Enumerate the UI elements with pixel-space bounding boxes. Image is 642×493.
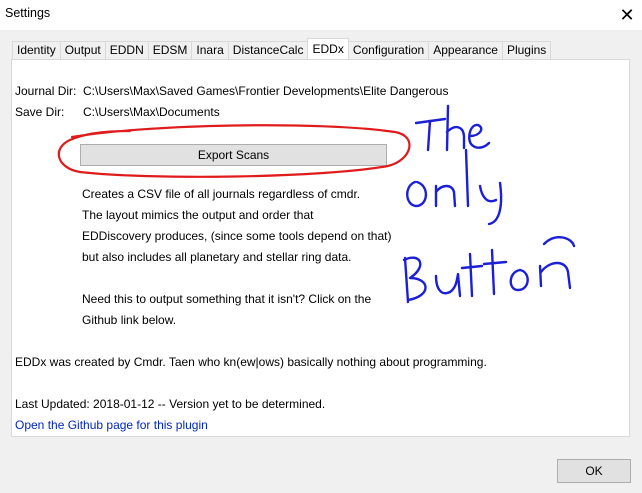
description-line: but also includes all planetary and stel… bbox=[82, 250, 352, 264]
tab-identity[interactable]: Identity bbox=[12, 41, 61, 59]
last-updated-text: Last Updated: 2018-01-12 -- Version yet … bbox=[15, 397, 326, 411]
eddx-tab-panel: Journal Dir: C:\Users\Max\Saved Games\Fr… bbox=[11, 59, 630, 437]
export-description: Creates a CSV file of all journals regar… bbox=[82, 184, 392, 331]
tab-configuration[interactable]: Configuration bbox=[347, 41, 430, 59]
window-title: Settings bbox=[5, 6, 51, 20]
github-link[interactable]: Open the Github page for this plugin bbox=[15, 418, 208, 432]
tab-eddx[interactable]: EDDx bbox=[307, 38, 349, 59]
title-bar: Settings ✕ bbox=[0, 0, 642, 30]
tab-appearance[interactable]: Appearance bbox=[428, 41, 503, 59]
tab-inara[interactable]: Inara bbox=[191, 41, 229, 59]
journal-dir-value: C:\Users\Max\Saved Games\Frontier Develo… bbox=[83, 84, 449, 98]
description-line: EDDiscovery produces, (since some tools … bbox=[82, 229, 392, 243]
tab-eddn[interactable]: EDDN bbox=[104, 41, 149, 59]
journal-dir-label: Journal Dir: bbox=[15, 84, 77, 98]
export-scans-button[interactable]: Export Scans bbox=[80, 144, 387, 166]
tab-output[interactable]: Output bbox=[59, 41, 106, 59]
settings-tabs: Identity Output EDDN EDSM Inara Distance… bbox=[12, 38, 552, 59]
close-icon[interactable]: ✕ bbox=[612, 0, 642, 30]
save-dir-label: Save Dir: bbox=[15, 105, 65, 119]
credits-text: EDDx was created by Cmdr. Taen who kn(ew… bbox=[15, 355, 487, 369]
ok-button[interactable]: OK bbox=[557, 459, 631, 483]
tab-edsm[interactable]: EDSM bbox=[147, 41, 193, 59]
description-line: The layout mimics the output and order t… bbox=[82, 208, 314, 222]
description-line: Creates a CSV file of all journals regar… bbox=[82, 187, 361, 201]
save-dir-value: C:\Users\Max\Documents bbox=[83, 105, 220, 119]
description-line: Need this to output something that it is… bbox=[82, 292, 372, 306]
description-line: Github link below. bbox=[82, 313, 177, 327]
tab-plugins[interactable]: Plugins bbox=[501, 41, 552, 59]
tab-distancecalc[interactable]: DistanceCalc bbox=[227, 41, 309, 59]
